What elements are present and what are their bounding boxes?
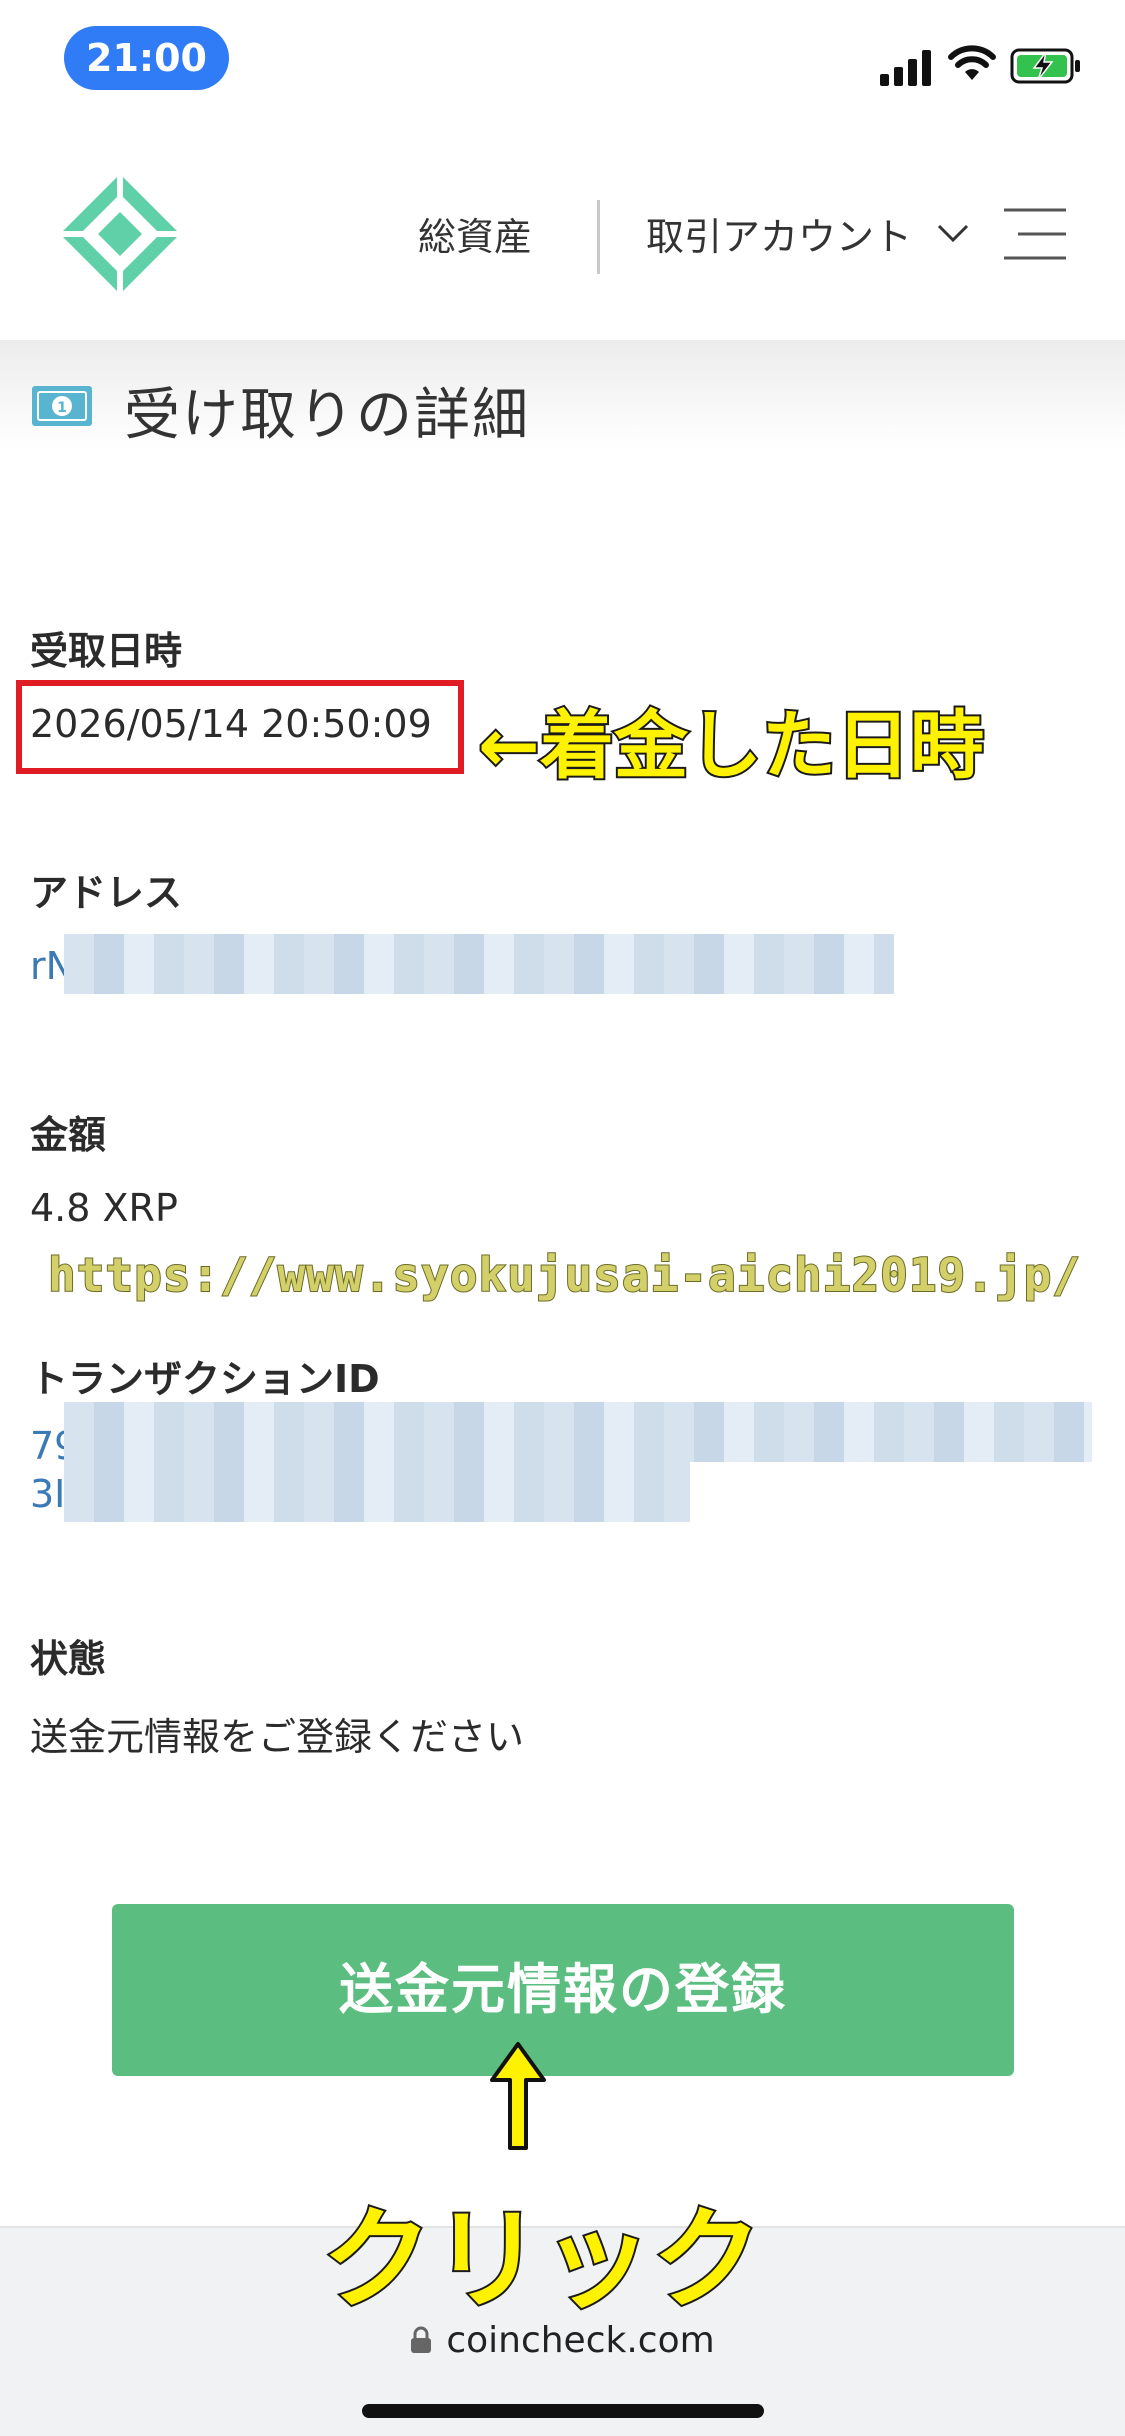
signal-icon [880,50,931,86]
nav-trading-account[interactable]: 取引アカウント [646,206,912,261]
amount-value: 4.8 XRP [30,1186,178,1230]
hamburger-menu-icon[interactable] [1004,206,1066,262]
watermark-url: https://www.syokujusai-aichi2019.jp/ [47,1247,1081,1303]
svg-text:1: 1 [57,400,67,416]
annotation-click-note: クリック [320,2194,764,2326]
nav-divider [597,200,600,274]
annotation-date-note: ←着金した日時 [476,701,986,791]
screen: 21:00 総資産 取引アカウント 1 受け取りの詳細 受取日時 2026/05… [0,0,1125,2436]
chevron-down-icon[interactable] [936,222,970,244]
page-title: 受け取りの詳細 [124,383,530,448]
coincheck-logo[interactable] [58,172,182,296]
status-bar: 21:00 [0,0,1125,120]
address-label: アドレス [30,871,183,915]
battery-charging-icon [1010,48,1080,84]
amount-label: 金額 [30,1113,107,1157]
home-indicator[interactable] [362,2404,764,2418]
status-value: 送金元情報をご登録ください [30,1715,525,1759]
received-at-label: 受取日時 [30,629,183,673]
status-label: 状態 [30,1637,107,1681]
address-redacted [64,934,894,994]
txid-line-2[interactable]: 3I [30,1472,65,1516]
nav-total-assets[interactable]: 総資産 [418,206,532,261]
txid-redacted-2 [64,1462,690,1522]
lock-icon [411,2326,432,2353]
app-header: 総資産 取引アカウント [0,120,1125,340]
txid-label: トランザクションID [30,1357,380,1401]
up-arrow-icon [490,2042,546,2150]
banknote-icon: 1 [32,386,92,426]
txid-redacted-1 [64,1402,1092,1462]
register-sender-info-button[interactable]: 送金元情報の登録 [112,1904,1014,2076]
status-time: 21:00 [64,26,229,90]
received-at-value: 2026/05/14 20:50:09 [30,702,432,746]
wifi-icon [948,45,996,80]
